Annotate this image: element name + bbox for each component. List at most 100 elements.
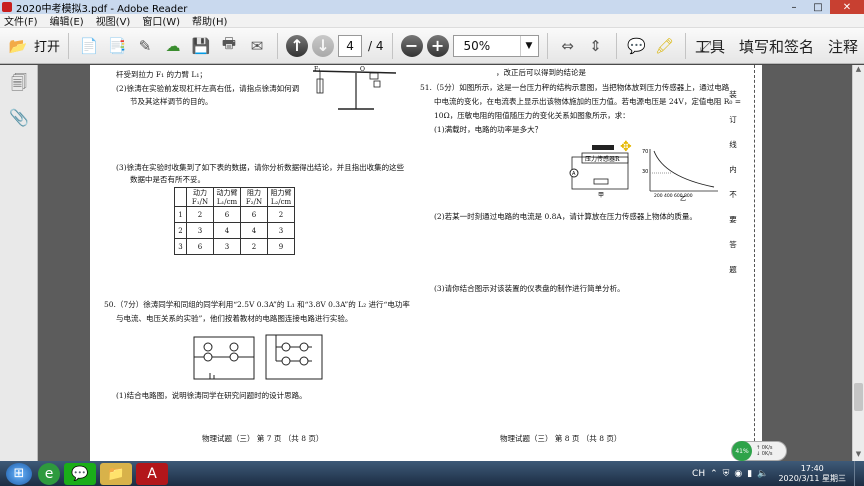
pages-thumbnail-icon[interactable]: 🗐 xyxy=(7,73,31,97)
table-row: 3 6 3 2 9 xyxy=(174,238,295,255)
sensor-label: 压力传感器R xyxy=(585,155,620,163)
scroll-up-icon[interactable]: ▲ xyxy=(853,65,864,76)
page8-footer: 物理试题（三） 第 8 页 （共 8 页） xyxy=(500,434,622,443)
page-number-input[interactable]: 4 xyxy=(338,34,363,57)
zoom-in-button[interactable]: + xyxy=(426,32,449,60)
create-pdf-button[interactable]: 📄 xyxy=(77,32,101,60)
menu-edit[interactable]: 编辑(E) xyxy=(50,13,84,28)
menu-window[interactable]: 窗口(W) xyxy=(142,13,180,28)
fill-sign-pane-button[interactable]: 填写和签名 xyxy=(739,36,814,57)
lever-diagram: F₁ O xyxy=(312,66,397,110)
title-bar: 2020中考模拟3.pdf - Adobe Reader – □ ✕ xyxy=(0,0,864,15)
save-button[interactable]: 💾 xyxy=(189,32,213,60)
svg-text:A: A xyxy=(572,171,576,177)
clock[interactable]: 17:40 2020/3/11 星期三 xyxy=(778,464,846,484)
close-button[interactable]: ✕ xyxy=(830,0,864,14)
volume-icon[interactable]: 🔈 xyxy=(757,469,768,479)
comment-pane-button[interactable]: 注释 xyxy=(828,36,858,57)
q50-line1: 50.（7分）徐涛同学和同组的同学利用“2.5V 0.3A”的 L₁ 和“3.8… xyxy=(104,300,410,309)
svg-text:30: 30 xyxy=(642,169,648,175)
attachments-paperclip-icon[interactable]: 📎 xyxy=(7,105,31,129)
table-row: 1 2 6 6 2 xyxy=(174,206,295,223)
circuit-diagram-2 xyxy=(265,334,323,380)
zoom-value: 50% xyxy=(463,38,491,53)
prev-page-button[interactable]: ↑ xyxy=(286,32,309,60)
menu-file[interactable]: 文件(F) xyxy=(4,13,38,28)
network-speed-widget[interactable]: 41% ↑ 0K/s ↓ 0K/s xyxy=(731,441,787,461)
taskbar-app-wechat[interactable]: 💬 xyxy=(64,462,96,485)
tools-pane-button[interactable]: 工具 xyxy=(695,36,725,57)
adobe-reader-icon xyxy=(2,2,12,12)
menu-help[interactable]: 帮助(H) xyxy=(192,13,227,28)
edit-button[interactable]: ✎ xyxy=(133,32,157,60)
upload-button[interactable]: ☁ xyxy=(161,32,185,60)
print-button[interactable]: 🖶 xyxy=(217,32,241,60)
highlight-button[interactable]: 🖍 xyxy=(653,32,677,60)
maximize-button[interactable]: □ xyxy=(806,0,830,14)
scroll-down-icon[interactable]: ▼ xyxy=(853,450,864,461)
q-top-line3: 节及其这样调节的目的。 xyxy=(130,97,213,106)
table-cell: 1 xyxy=(174,206,187,223)
toolbar: 📂 打开 📄 📑 ✎ ☁ 💾 🖶 ✉ ↑ ↓ 4 / 4 − + 50% ▼ ⇔… xyxy=(0,28,864,64)
q51-line3: 10Ω，压敏电阻的阻值随压力的变化关系如图象所示，求： xyxy=(434,111,630,120)
show-desktop-button[interactable] xyxy=(854,461,864,486)
table-cell: 3 xyxy=(186,222,214,239)
taskbar-app-adobe-reader[interactable]: A xyxy=(136,462,168,485)
next-page-button[interactable]: ↓ xyxy=(312,32,335,60)
right-top-line: ，改正后可以得到的结论是 xyxy=(496,68,586,77)
separator xyxy=(615,32,617,59)
network-icon[interactable]: ▮ xyxy=(747,469,752,479)
table-header-cell: 阻力臂 L₂/cm xyxy=(267,187,295,207)
table-cell: 2 xyxy=(186,206,214,223)
start-button[interactable]: ⊞ xyxy=(6,462,32,485)
table-cell: 3 xyxy=(213,238,241,255)
taskbar: ⊞ e 💬 📁 A CH ⌃ ⛨ ◉ ▮ 🔈 17:40 2020/3/11 星… xyxy=(0,461,864,486)
table-cell: 6 xyxy=(213,206,241,223)
separator xyxy=(546,32,548,59)
open-button[interactable]: 📂 打开 xyxy=(6,32,60,60)
print-icon: 🖶 xyxy=(221,34,237,52)
margin-char: 要 xyxy=(729,215,737,224)
adobe-pdf-icon: A xyxy=(147,465,157,482)
q-top-line2: (2)徐涛在实验前发现杠杆左高右低，请指点徐涛如何调 xyxy=(116,84,300,93)
table-cell: 2 xyxy=(267,206,295,223)
comment-button[interactable]: 💬 xyxy=(625,32,649,60)
separator xyxy=(277,32,279,59)
label-jia: 甲 xyxy=(598,192,604,199)
zoom-select[interactable]: 50% ▼ xyxy=(452,32,539,60)
fit-page-button[interactable]: ⇕ xyxy=(584,32,608,60)
export-pdf-button[interactable]: 📑 xyxy=(105,32,129,60)
input-language[interactable]: CH xyxy=(692,469,705,479)
mouse-cursor-icon: ✥ xyxy=(620,139,632,155)
clock-date: 2020/3/11 星期三 xyxy=(778,473,846,483)
scrollbar-thumb[interactable] xyxy=(854,383,863,411)
table-cell: 2 xyxy=(240,238,268,255)
table-cell: 6 xyxy=(186,238,214,255)
cloud-upload-icon: ☁ xyxy=(165,36,181,55)
q50-line2: 与电流、电压关系的实验”，他们按着教材的电路图连接电路进行实验。 xyxy=(116,314,353,323)
zoom-out-button[interactable]: − xyxy=(400,32,423,60)
windows-logo-icon: ⊞ xyxy=(13,466,25,481)
binding-line xyxy=(754,65,755,461)
separator xyxy=(391,32,393,59)
taskbar-app-360-browser[interactable]: e xyxy=(38,462,60,485)
document-area[interactable]: 杆受到拉力 F₁ 的力臂 L₁； (2)徐涛在实验前发现杠杆左高右低，请指点徐涛… xyxy=(38,65,852,461)
vertical-scrollbar[interactable]: ▲ ▼ xyxy=(852,65,864,461)
save-icon: 💾 xyxy=(191,36,211,55)
window-controls: – □ ✕ xyxy=(782,0,864,14)
email-button[interactable]: ✉ xyxy=(245,32,269,60)
envelope-icon: ✉ xyxy=(250,36,264,55)
tray-icon[interactable]: ⌃ xyxy=(710,469,718,479)
margin-char: 订 xyxy=(729,115,737,124)
page-total: / 4 xyxy=(368,38,384,53)
clock-time: 17:40 xyxy=(800,463,824,473)
system-tray: CH ⌃ ⛨ ◉ ▮ 🔈 17:40 2020/3/11 星期三 xyxy=(687,461,864,486)
menu-view[interactable]: 视图(V) xyxy=(96,13,131,28)
wechat-tray-icon[interactable]: ◉ xyxy=(734,469,742,479)
security-shield-icon[interactable]: ⛨ xyxy=(723,469,730,479)
table-header-cell: 动力 F₁/N xyxy=(186,187,214,207)
fit-width-button[interactable]: ⇔ xyxy=(556,32,580,60)
minimize-button[interactable]: – xyxy=(782,0,806,14)
taskbar-app-explorer[interactable]: 📁 xyxy=(100,462,132,485)
table-cell: 4 xyxy=(240,222,268,239)
